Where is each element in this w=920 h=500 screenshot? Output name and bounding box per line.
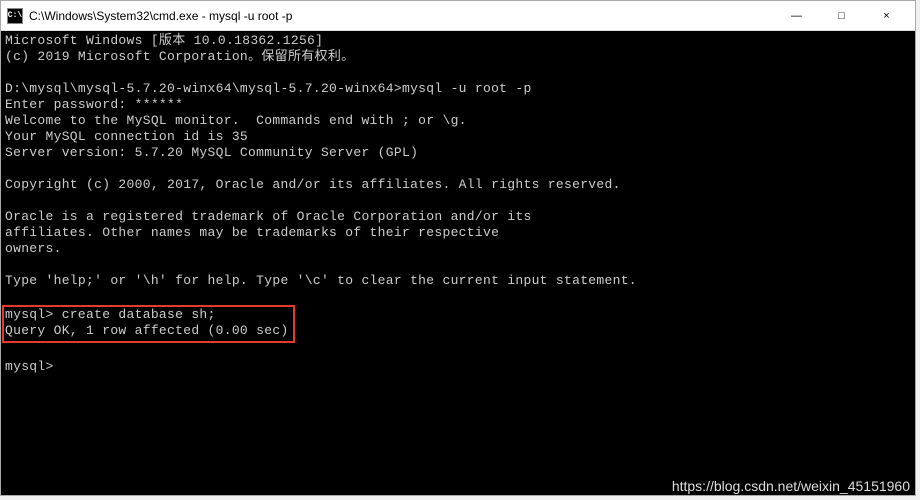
terminal-line: (c) 2019 Microsoft Corporation。保留所有权利。: [5, 49, 354, 64]
close-button[interactable]: ×: [864, 2, 909, 30]
terminal-line: Microsoft Windows [版本 10.0.18362.1256]: [5, 33, 323, 48]
window-controls: — □ ×: [774, 2, 909, 30]
terminal-line: Oracle is a registered trademark of Orac…: [5, 209, 532, 224]
watermark-text: https://blog.csdn.net/weixin_45151960: [672, 478, 910, 494]
terminal-line: affiliates. Other names may be trademark…: [5, 225, 499, 240]
terminal-line: owners.: [5, 241, 62, 256]
minimize-button[interactable]: —: [774, 2, 819, 30]
terminal-prompt: mysql>: [5, 359, 54, 374]
cmd-window: C:\ C:\Windows\System32\cmd.exe - mysql …: [0, 0, 916, 496]
terminal-line: mysql> create database sh;: [5, 307, 216, 322]
titlebar[interactable]: C:\ C:\Windows\System32\cmd.exe - mysql …: [1, 1, 915, 31]
app-icon: C:\: [7, 8, 23, 24]
terminal-line: Welcome to the MySQL monitor. Commands e…: [5, 113, 467, 128]
maximize-button[interactable]: □: [819, 2, 864, 30]
highlighted-command-box: mysql> create database sh; Query OK, 1 r…: [2, 305, 295, 343]
terminal-line: D:\mysql\mysql-5.7.20-winx64\mysql-5.7.2…: [5, 81, 532, 96]
terminal-area[interactable]: Microsoft Windows [版本 10.0.18362.1256] (…: [1, 31, 915, 495]
window-title: C:\Windows\System32\cmd.exe - mysql -u r…: [29, 9, 774, 23]
terminal-line: Type 'help;' or '\h' for help. Type '\c'…: [5, 273, 637, 288]
terminal-line: Query OK, 1 row affected (0.00 sec): [5, 323, 289, 338]
terminal-line: Enter password: ******: [5, 97, 183, 112]
terminal-line: Copyright (c) 2000, 2017, Oracle and/or …: [5, 177, 621, 192]
terminal-line: Your MySQL connection id is 35: [5, 129, 248, 144]
terminal-line: Server version: 5.7.20 MySQL Community S…: [5, 145, 418, 160]
